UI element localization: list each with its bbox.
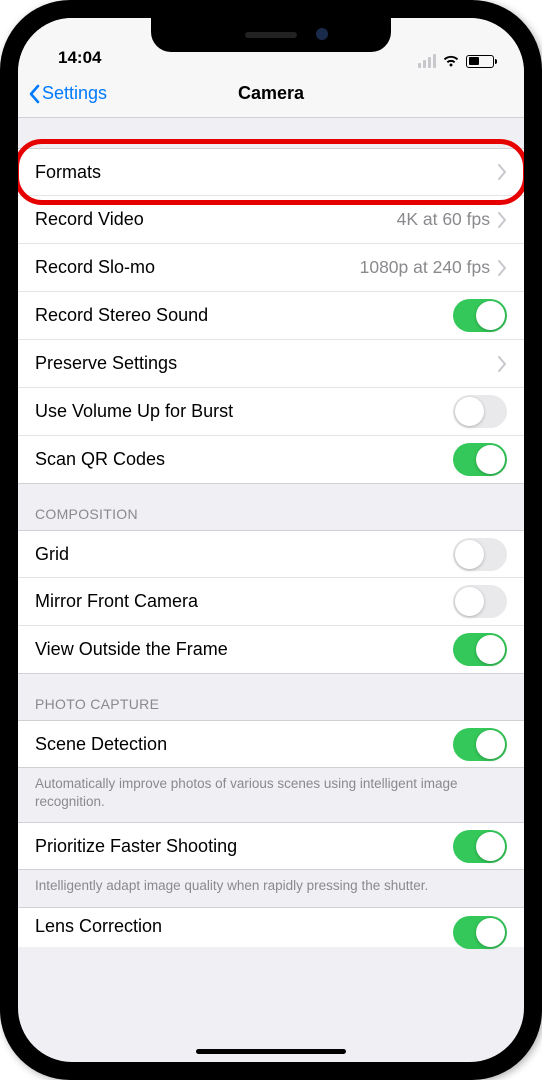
preserve-settings-label: Preserve Settings — [35, 353, 498, 374]
status-icons — [418, 54, 494, 68]
chevron-left-icon — [28, 84, 40, 104]
grid-toggle[interactable] — [453, 538, 507, 571]
chevron-right-icon — [498, 260, 507, 276]
battery-fill — [469, 57, 479, 65]
cellular-signal-icon — [418, 54, 436, 68]
stereo-sound-label: Record Stereo Sound — [35, 305, 453, 326]
chevron-right-icon — [498, 212, 507, 228]
mirror-front-label: Mirror Front Camera — [35, 591, 453, 612]
record-video-label: Record Video — [35, 209, 397, 230]
chevron-right-icon — [498, 164, 507, 180]
record-slomo-cell[interactable]: Record Slo-mo 1080p at 240 fps — [18, 244, 524, 292]
view-outside-label: View Outside the Frame — [35, 639, 453, 660]
grid-label: Grid — [35, 544, 453, 565]
volume-burst-toggle[interactable] — [453, 395, 507, 428]
composition-header: COMPOSITION — [18, 484, 524, 530]
prioritize-fast-footer: Intelligently adapt image quality when r… — [18, 870, 524, 897]
volume-down-button — [0, 280, 1, 348]
record-slomo-value: 1080p at 240 fps — [360, 257, 490, 278]
lens-correction-label: Lens Correction — [35, 916, 453, 937]
home-indicator[interactable] — [196, 1049, 346, 1054]
mirror-front-cell: Mirror Front Camera — [18, 578, 524, 626]
chevron-right-icon — [498, 356, 507, 372]
mirror-front-toggle[interactable] — [453, 585, 507, 618]
scan-qr-toggle[interactable] — [453, 443, 507, 476]
stereo-sound-toggle[interactable] — [453, 299, 507, 332]
screen: 14:04 Settings Camera — [18, 18, 524, 1062]
formats-cell[interactable]: Formats — [18, 148, 524, 196]
volume-up-button — [0, 195, 1, 263]
formats-label: Formats — [35, 162, 498, 183]
scene-detection-label: Scene Detection — [35, 734, 453, 755]
nav-bar: Settings Camera — [18, 70, 524, 118]
volume-burst-cell: Use Volume Up for Burst — [18, 388, 524, 436]
lens-correction-cell: Lens Correction — [18, 907, 524, 947]
record-video-value: 4K at 60 fps — [397, 209, 490, 230]
photo-capture-header: PHOTO CAPTURE — [18, 674, 524, 720]
record-slomo-label: Record Slo-mo — [35, 257, 360, 278]
view-outside-cell: View Outside the Frame — [18, 626, 524, 674]
preserve-settings-cell[interactable]: Preserve Settings — [18, 340, 524, 388]
scene-detection-footer: Automatically improve photos of various … — [18, 768, 524, 812]
grid-cell: Grid — [18, 530, 524, 578]
phone-frame: 14:04 Settings Camera — [0, 0, 542, 1080]
prioritize-fast-label: Prioritize Faster Shooting — [35, 836, 453, 857]
front-camera — [316, 28, 328, 40]
scan-qr-label: Scan QR Codes — [35, 449, 453, 470]
speaker-grille — [245, 32, 297, 38]
silent-switch — [0, 135, 1, 171]
page-title: Camera — [238, 83, 304, 104]
view-outside-toggle[interactable] — [453, 633, 507, 666]
back-button[interactable]: Settings — [28, 83, 107, 104]
back-label: Settings — [42, 83, 107, 104]
wifi-icon — [442, 54, 460, 68]
battery-icon — [466, 55, 494, 68]
prioritize-fast-toggle[interactable] — [453, 830, 507, 863]
scene-detection-toggle[interactable] — [453, 728, 507, 761]
scan-qr-cell: Scan QR Codes — [18, 436, 524, 484]
record-video-cell[interactable]: Record Video 4K at 60 fps — [18, 196, 524, 244]
settings-content[interactable]: Formats Record Video 4K at 60 fps Record… — [18, 118, 524, 1062]
notch — [151, 18, 391, 52]
lens-correction-toggle[interactable] — [453, 916, 507, 949]
prioritize-fast-cell: Prioritize Faster Shooting — [18, 822, 524, 870]
status-time: 14:04 — [58, 48, 101, 68]
stereo-sound-cell: Record Stereo Sound — [18, 292, 524, 340]
volume-burst-label: Use Volume Up for Burst — [35, 401, 453, 422]
scene-detection-cell: Scene Detection — [18, 720, 524, 768]
